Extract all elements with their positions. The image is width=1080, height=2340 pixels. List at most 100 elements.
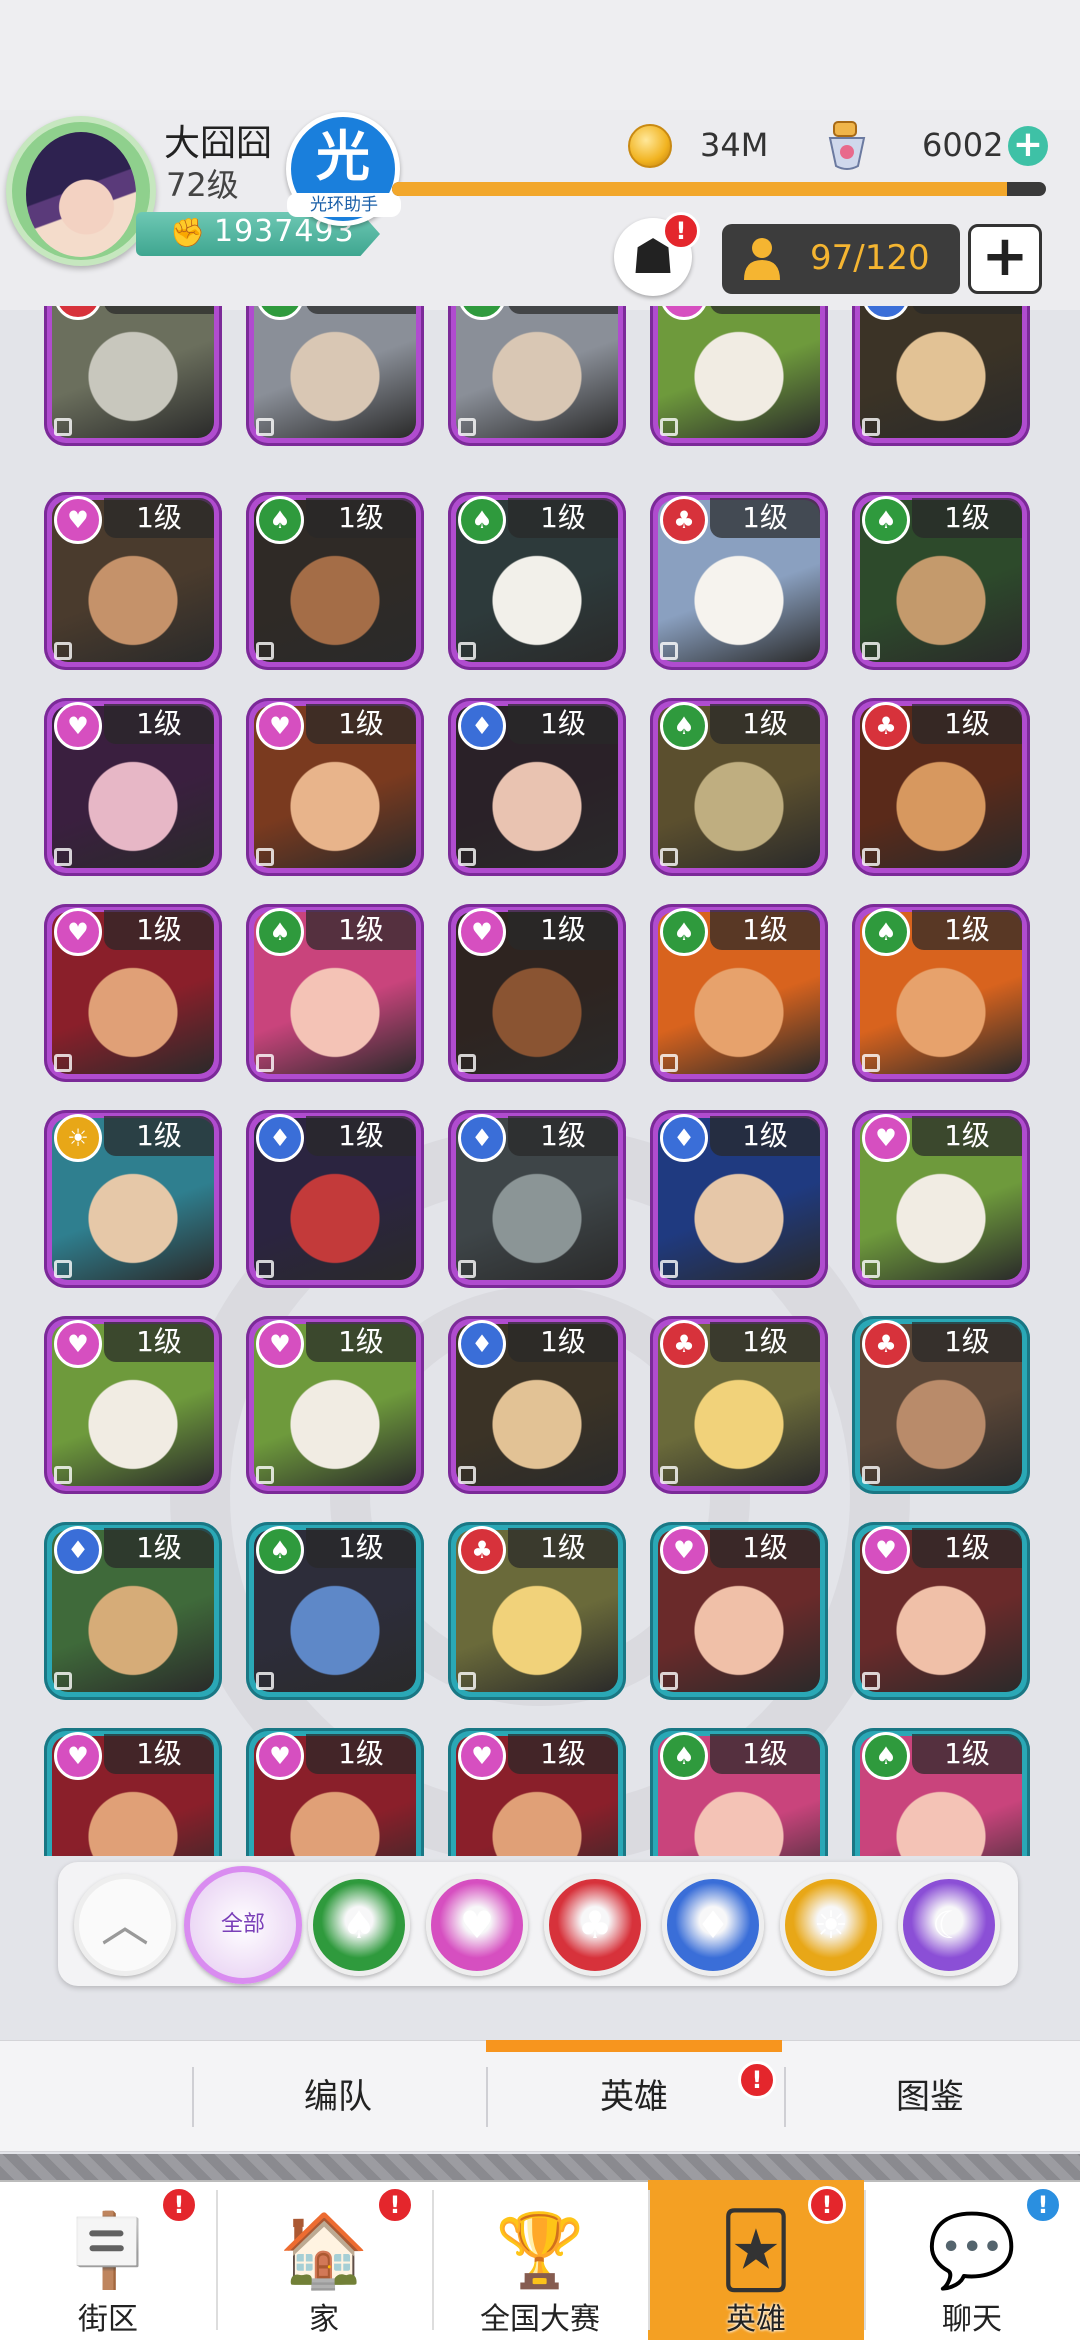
hero-card[interactable]: 1级♠ bbox=[852, 492, 1030, 670]
hero-card[interactable]: 1级♠ bbox=[650, 904, 828, 1082]
info-badge: ! bbox=[1024, 2186, 1062, 2224]
hero-card[interactable]: 1级♦ bbox=[448, 1110, 626, 1288]
person-icon bbox=[744, 238, 780, 280]
hero-card[interactable]: 1级♦ bbox=[448, 698, 626, 876]
nav-signpost[interactable]: 🪧 街区! bbox=[0, 2180, 216, 2340]
hero-card[interactable]: 1级♦ bbox=[852, 306, 1030, 446]
hero-card[interactable]: 1级♥ bbox=[44, 1316, 222, 1494]
hero-card[interactable]: 1级♦ bbox=[650, 1110, 828, 1288]
blue-faction-icon: ♦ bbox=[54, 1526, 102, 1574]
hero-card[interactable]: 1级♥ bbox=[246, 1728, 424, 1856]
player-avatar[interactable] bbox=[6, 116, 156, 274]
helper-label: 光环助手 bbox=[287, 193, 401, 217]
filter-green-button[interactable]: ♠ bbox=[308, 1874, 410, 1976]
hero-level: 1级 bbox=[912, 1116, 1022, 1156]
nav-chat[interactable]: 💬 聊天! bbox=[864, 2180, 1080, 2340]
nav-label: 英雄 bbox=[726, 2302, 786, 2337]
hero-level: 1级 bbox=[912, 498, 1022, 538]
hero-card[interactable]: 1级♥ bbox=[448, 904, 626, 1082]
tab-codex[interactable]: 图鉴 bbox=[782, 2041, 1078, 2153]
tab-heroes[interactable]: 英雄 bbox=[486, 2041, 782, 2153]
filter-pink-button[interactable]: ♥ bbox=[426, 1874, 528, 1976]
nav-cards[interactable]: 🃏 英雄! bbox=[648, 2180, 864, 2340]
hero-card[interactable]: 1级♥ bbox=[852, 1110, 1030, 1288]
pink-faction-icon: ♥ bbox=[54, 1320, 102, 1368]
hero-card[interactable]: 1级♠ bbox=[852, 904, 1030, 1082]
hero-level: 1级 bbox=[104, 1322, 214, 1362]
hero-level: 1级 bbox=[306, 498, 416, 538]
green-faction-icon: ♠ bbox=[862, 1732, 910, 1780]
corner-marker bbox=[54, 1672, 72, 1690]
hero-level: 1级 bbox=[306, 704, 416, 744]
hero-card[interactable]: 1级♠ bbox=[448, 492, 626, 670]
hero-card[interactable]: 1级♥ bbox=[246, 698, 424, 876]
corner-marker bbox=[458, 1054, 476, 1072]
status-strip bbox=[0, 0, 1080, 120]
hero-level: 1级 bbox=[912, 1322, 1022, 1362]
hero-card[interactable]: 1级♣ bbox=[650, 1316, 828, 1494]
corner-marker bbox=[660, 848, 678, 866]
filter-blue-button[interactable]: ♦ bbox=[662, 1874, 764, 1976]
corner-marker bbox=[660, 642, 678, 660]
corner-marker bbox=[458, 848, 476, 866]
nav-house[interactable]: 🏠 家! bbox=[216, 2180, 432, 2340]
hero-card[interactable]: 1级♣ bbox=[650, 492, 828, 670]
coin-value: 34M bbox=[700, 126, 769, 164]
blue-faction-icon: ♦ bbox=[458, 702, 506, 750]
hero-card[interactable]: 1级♥ bbox=[44, 698, 222, 876]
red-faction-icon: ♣ bbox=[862, 1320, 910, 1368]
hero-card[interactable]: 1级♥ bbox=[44, 492, 222, 670]
hero-card[interactable]: 1级♦ bbox=[44, 1522, 222, 1700]
hero-card[interactable]: 1级♦ bbox=[448, 1316, 626, 1494]
green-faction-icon: ♠ bbox=[458, 496, 506, 544]
corner-marker bbox=[256, 848, 274, 866]
tab-formation[interactable]: 编队 bbox=[190, 2041, 486, 2153]
ninja-button[interactable]: ☗ ! bbox=[614, 212, 700, 296]
house-icon: 🏠 bbox=[279, 2208, 369, 2292]
hero-card[interactable]: 1级♥ bbox=[246, 1316, 424, 1494]
nav-label: 全国大赛 bbox=[480, 2302, 600, 2337]
hero-card[interactable]: 1级♣ bbox=[448, 1522, 626, 1700]
player-name: 大囧囧 bbox=[164, 123, 273, 164]
hero-level: 1级 bbox=[508, 1322, 618, 1362]
hero-card[interactable]: 1级♦ bbox=[246, 1110, 424, 1288]
filter-red-button[interactable]: ♣ bbox=[544, 1874, 646, 1976]
hero-card[interactable]: 1级 ☀ bbox=[44, 1110, 222, 1288]
hero-card[interactable]: 1级♠ bbox=[650, 698, 828, 876]
filter-purple-button[interactable]: ☾ bbox=[898, 1874, 1000, 1976]
corner-marker bbox=[256, 1466, 274, 1484]
hero-card[interactable]: 1级♠ bbox=[246, 1522, 424, 1700]
gem-value: 6002 bbox=[922, 126, 1004, 164]
pink-faction-icon: ♥ bbox=[256, 1320, 304, 1368]
hero-card[interactable]: 1级♠ bbox=[448, 306, 626, 446]
green-faction-icon: ♠ bbox=[862, 908, 910, 956]
corner-marker bbox=[660, 418, 678, 436]
corner-marker bbox=[256, 1260, 274, 1278]
hero-card[interactable]: 1级♠ bbox=[852, 1728, 1030, 1856]
nav-trophy[interactable]: 🏆 全国大赛 bbox=[432, 2180, 648, 2340]
hero-card[interactable]: 1级♥ bbox=[448, 1728, 626, 1856]
hero-card[interactable]: 1级♣ bbox=[852, 1316, 1030, 1494]
add-gems-button[interactable]: + bbox=[1008, 126, 1048, 166]
hero-card[interactable]: 1级♥ bbox=[650, 1522, 828, 1700]
hero-card[interactable]: 1级♠ bbox=[246, 306, 424, 446]
hero-card[interactable]: 1级♥ bbox=[852, 1522, 1030, 1700]
hero-card[interactable]: 1级♠ bbox=[246, 904, 424, 1082]
hero-grid[interactable]: 1级♣1级♠1级♠1级♥1级♦1级♥1级♠1级♠1级♣1级♠1级♥1级♥1级♦1… bbox=[0, 306, 1080, 1856]
expand-roster-button[interactable]: + bbox=[968, 224, 1042, 294]
hero-card[interactable]: 1级♠ bbox=[246, 492, 424, 670]
xp-bar bbox=[392, 182, 1046, 196]
filter-all-button[interactable]: 全部 bbox=[184, 1866, 302, 1984]
filter-gold-button[interactable]: ☀ bbox=[780, 1874, 882, 1976]
helper-badge[interactable]: 光 光环助手 bbox=[286, 112, 401, 226]
hero-card[interactable]: 1级♣ bbox=[852, 698, 1030, 876]
corner-marker bbox=[54, 848, 72, 866]
hero-card[interactable]: 1级♥ bbox=[44, 1728, 222, 1856]
hero-card[interactable]: 1级♣ bbox=[44, 306, 222, 446]
hero-card[interactable]: 1级♠ bbox=[650, 1728, 828, 1856]
hero-card[interactable]: 1级♥ bbox=[650, 306, 828, 446]
hero-level: 1级 bbox=[104, 910, 214, 950]
collapse-button[interactable]: ︿ bbox=[74, 1874, 176, 1976]
nav-separator bbox=[648, 2190, 650, 2330]
hero-card[interactable]: 1级♥ bbox=[44, 904, 222, 1082]
